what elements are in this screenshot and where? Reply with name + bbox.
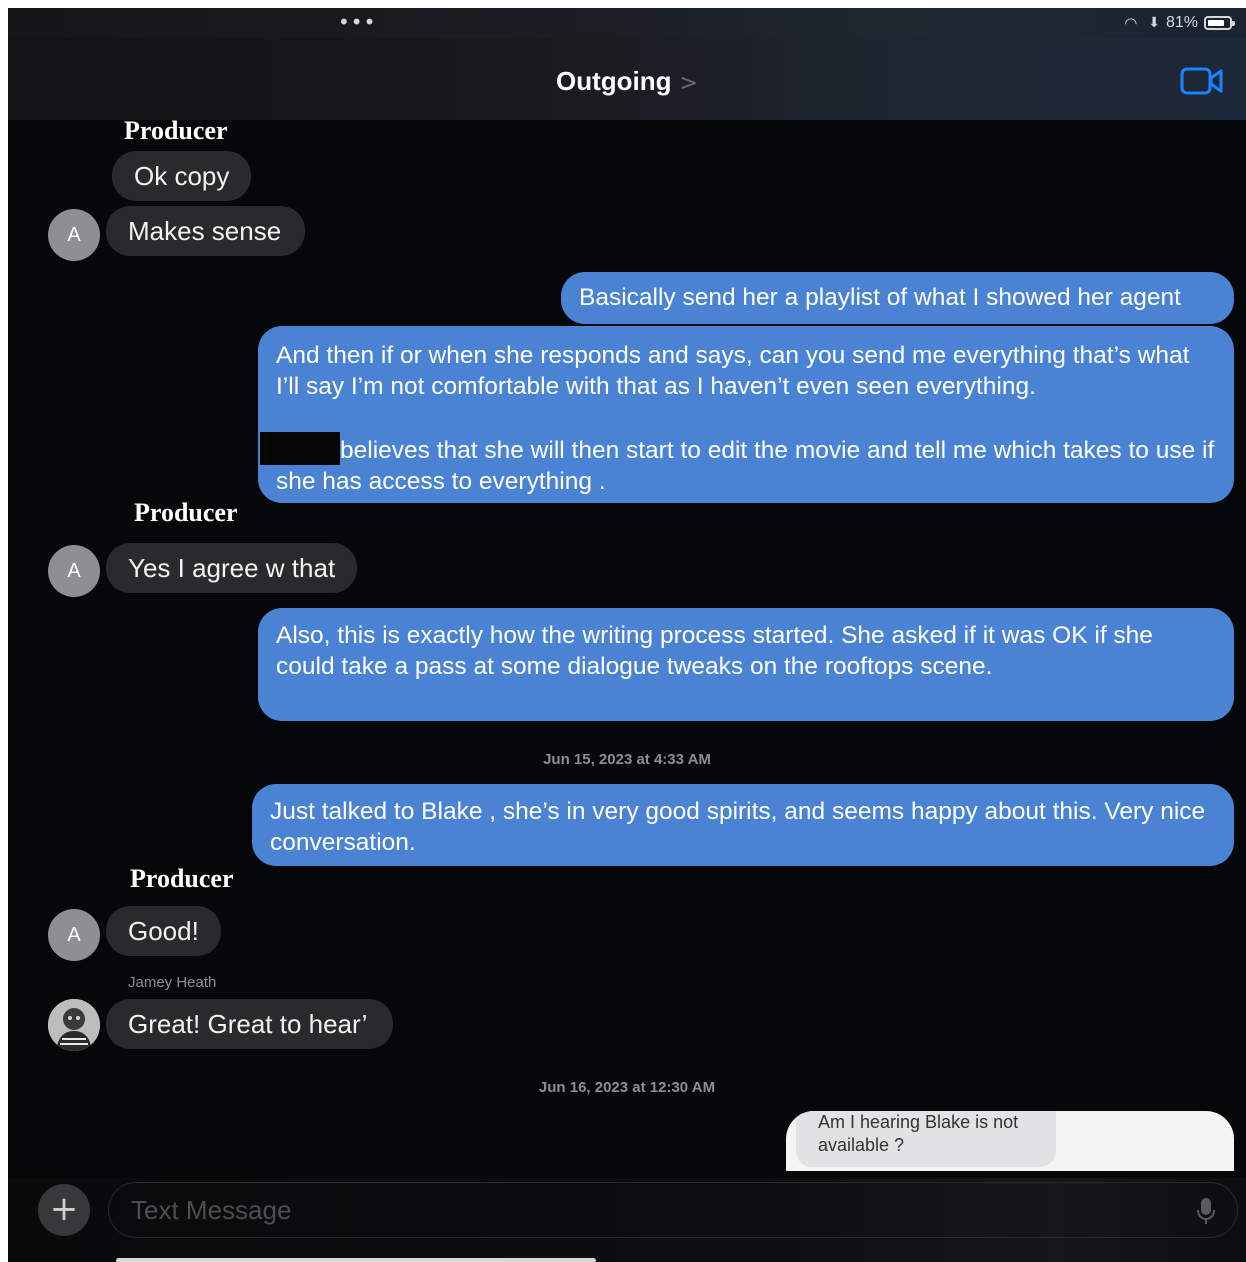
battery-nub: [1232, 21, 1235, 26]
incoming-message[interactable]: Ok copy: [112, 151, 252, 201]
outgoing-message[interactable]: Just talked to Blake , she’s in very goo…: [252, 784, 1234, 866]
message-input-placeholder: Text Message: [131, 1195, 292, 1225]
message-paragraph-redacted: believes that she will then start to edi…: [260, 432, 1216, 497]
incoming-message[interactable]: Makes sense: [106, 206, 306, 256]
sender-name: Producer: [130, 864, 234, 893]
microphone-icon[interactable]: [1197, 1197, 1215, 1225]
incoming-message[interactable]: Good!: [106, 906, 221, 956]
messages-screen: ••• ◠ ⬇ 81% Outgoing > Producer Ok copy A…: [8, 8, 1246, 1262]
incoming-message[interactable]: Yes I agree w that: [106, 543, 358, 593]
conversation-header: Outgoing >: [8, 38, 1246, 120]
conversation-title-wrap[interactable]: Outgoing >: [8, 66, 1246, 97]
avatar[interactable]: A: [48, 545, 100, 597]
message-paragraph: And then if or when she responds and say…: [276, 342, 1190, 400]
status-bar: ••• ◠ ⬇ 81%: [8, 8, 1246, 38]
plus-button[interactable]: +: [38, 1184, 90, 1236]
timestamp: Jun 16, 2023 at 12:30 AM: [538, 1079, 716, 1096]
sender-name: Producer: [134, 498, 238, 527]
home-indicator: [116, 1258, 596, 1262]
redaction-block: [260, 432, 340, 465]
sender-name: Jamey Heath: [128, 974, 217, 991]
contact-photo-avatar[interactable]: [48, 999, 100, 1051]
battery-icon: [1204, 16, 1235, 30]
message-text: believes that she will then start to edi…: [276, 437, 1215, 495]
conversation-title[interactable]: Outgoing: [556, 66, 672, 96]
timestamp: Jun 15, 2023 at 4:33 AM: [543, 751, 711, 768]
battery-percent: 81%: [1165, 14, 1198, 31]
message-input[interactable]: Text Message: [108, 1182, 1238, 1238]
avatar[interactable]: A: [48, 209, 100, 261]
battery-fill: [1208, 20, 1224, 26]
chevron-right-icon[interactable]: >: [680, 71, 698, 96]
avatar[interactable]: A: [48, 909, 100, 961]
outgoing-message[interactable]: And then if or when she responds and say…: [258, 326, 1234, 503]
composer-bar: + Text Message: [8, 1178, 1246, 1262]
incoming-message[interactable]: Great! Great to hear’: [106, 999, 394, 1049]
image-attachment-bubble[interactable]: Am I hearing Blake is not available ?: [786, 1111, 1234, 1171]
wifi-icon: ◠: [1124, 14, 1138, 32]
attachment-message-text: Am I hearing Blake is not available ?: [796, 1111, 1056, 1167]
multitasking-dots[interactable]: •••: [338, 12, 376, 32]
sender-name: Producer: [124, 116, 228, 145]
location-icon: ⬇: [1148, 15, 1160, 31]
outgoing-message[interactable]: Also, this is exactly how the writing pr…: [258, 608, 1234, 721]
outgoing-message[interactable]: Basically send her a playlist of what I …: [561, 272, 1234, 324]
person-photo-icon: [48, 999, 100, 1051]
status-indicators: ◠ ⬇ 81%: [1124, 14, 1235, 32]
video-call-icon[interactable]: [1180, 66, 1224, 96]
